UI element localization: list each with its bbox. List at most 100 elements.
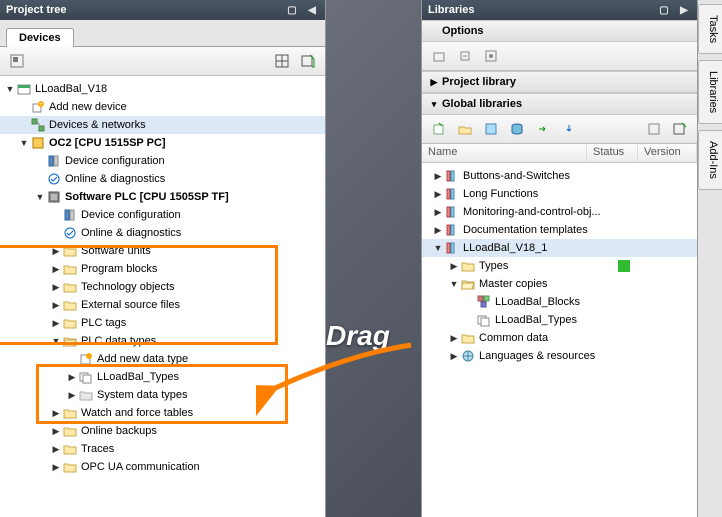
options-header[interactable]: Options	[422, 20, 697, 42]
tree-traces[interactable]: ▶Traces	[0, 440, 325, 458]
folder-icon	[62, 243, 78, 259]
tree-dev-config2[interactable]: ▶Device configuration	[0, 206, 325, 224]
library-icon	[444, 240, 460, 256]
library-columns: Name Status Version	[422, 144, 697, 163]
project-icon	[16, 81, 32, 97]
library-icon	[444, 186, 460, 202]
tree-dev-config[interactable]: ▶Device configuration	[0, 152, 325, 170]
blocks-icon	[476, 294, 492, 310]
project-tabbar: Devices	[0, 20, 325, 47]
tree-root[interactable]: ▼LLoadBal_V18	[0, 80, 325, 98]
svg-text:+: +	[39, 102, 43, 108]
folder-icon	[460, 258, 476, 274]
tree-opcua[interactable]: ▶OPC UA communication	[0, 458, 325, 476]
libraries-title: Libraries	[428, 4, 474, 16]
folder-icon	[62, 405, 78, 421]
panel-pin-icon[interactable]: ▢	[657, 3, 671, 17]
col-name[interactable]: Name	[422, 144, 587, 162]
panel-pin-icon[interactable]: ▢	[285, 3, 299, 17]
sidetab-libraries[interactable]: Libraries	[698, 60, 722, 124]
folder-icon	[62, 315, 78, 331]
add-datatype-icon	[78, 351, 94, 367]
globe-icon	[460, 348, 476, 364]
toolbar-btn2[interactable]	[454, 45, 476, 67]
lib-common[interactable]: ▶Common data	[422, 329, 697, 347]
folder-open-icon	[460, 276, 476, 292]
add-icon: +	[30, 99, 46, 115]
library-tree[interactable]: ▶Buttons-and-Switches ▶Long Functions ▶M…	[422, 163, 697, 517]
expand-icon[interactable]: ▶	[428, 77, 440, 88]
lib-save-icon[interactable]	[480, 118, 502, 140]
folder-icon	[62, 423, 78, 439]
panel-collapse-icon[interactable]: ◀	[305, 3, 319, 17]
lib-arrow-icon[interactable]	[532, 118, 554, 140]
cpu-icon	[30, 135, 46, 151]
project-tree[interactable]: ▼LLoadBal_V18 ▶+Add new device ▶Devices …	[0, 76, 325, 517]
tree-tech-objects[interactable]: ▶Technology objects	[0, 278, 325, 296]
tree-sw-units[interactable]: ▶Software units	[0, 242, 325, 260]
toolbar-navigate-icon[interactable]	[6, 50, 28, 72]
tree-online-diag2[interactable]: ▶Online & diagnostics	[0, 224, 325, 242]
drag-overlay: Drag	[326, 0, 421, 517]
tree-oc2[interactable]: ▼OC2 [CPU 1515SP PC]	[0, 134, 325, 152]
lib-lang[interactable]: ▶Languages & resources	[422, 347, 697, 365]
tree-program-blocks[interactable]: ▶Program blocks	[0, 260, 325, 278]
tree-online-diag[interactable]: ▶Online & diagnostics	[0, 170, 325, 188]
lib-buttons[interactable]: ▶Buttons-and-Switches	[422, 167, 697, 185]
lib-lloadbal[interactable]: ▼LLoadBal_V18_1	[422, 239, 697, 257]
folder-icon	[460, 330, 476, 346]
tree-plc-tags[interactable]: ▶PLC tags	[0, 314, 325, 332]
folder-icon	[62, 297, 78, 313]
lib-doctpl[interactable]: ▶Documentation templates	[422, 221, 697, 239]
lib-monitor[interactable]: ▶Monitoring-and-control-obj...	[422, 203, 697, 221]
toolbar-btn3[interactable]	[480, 45, 502, 67]
device-config-icon	[62, 207, 78, 223]
global-libraries-header[interactable]: ▾Global libraries	[422, 93, 697, 115]
tree-devices-networks[interactable]: ▶Devices & networks	[0, 116, 325, 134]
lib-view-icon[interactable]	[643, 118, 665, 140]
collapse-icon[interactable]: ▾	[428, 99, 440, 110]
tab-devices[interactable]: Devices	[6, 28, 74, 47]
sidetab-addins[interactable]: Add-Ins	[698, 130, 722, 190]
folder-icon	[62, 459, 78, 475]
network-icon	[30, 117, 46, 133]
lib-new-icon[interactable]	[428, 118, 450, 140]
tree-soft-plc[interactable]: ▼Software PLC [CPU 1505SP TF]	[0, 188, 325, 206]
toolbar-detail-icon[interactable]	[297, 50, 319, 72]
diagnostics-icon	[46, 171, 62, 187]
col-status[interactable]: Status	[587, 144, 638, 162]
right-side-tabs: Tasks Libraries Add-Ins	[697, 0, 722, 517]
tree-ext-src[interactable]: ▶External source files	[0, 296, 325, 314]
lib-detail-icon[interactable]	[669, 118, 691, 140]
lib-blocks[interactable]: ▶LLoadBal_Blocks	[422, 293, 697, 311]
datatype-group-icon	[476, 312, 492, 328]
project-library-header[interactable]: ▶Project library	[422, 71, 697, 93]
lib-ltypes[interactable]: ▶LLoadBal_Types	[422, 311, 697, 329]
lib-longfn[interactable]: ▶Long Functions	[422, 185, 697, 203]
lib-open-icon[interactable]	[454, 118, 476, 140]
libraries-header: Libraries ▢ ▶	[422, 0, 697, 20]
lib-down-icon[interactable]	[558, 118, 580, 140]
panel-collapse-icon[interactable]: ▶	[677, 3, 691, 17]
toolbar-grid-icon[interactable]	[271, 50, 293, 72]
toolbar-btn1[interactable]	[428, 45, 450, 67]
folder-icon	[78, 387, 94, 403]
datatype-group-icon	[78, 369, 94, 385]
lib-types[interactable]: ▶Types	[422, 257, 697, 275]
diagnostics-icon	[62, 225, 78, 241]
options-toolbar	[422, 42, 697, 71]
plc-icon	[46, 189, 62, 205]
library-icon	[444, 222, 460, 238]
project-toolbar	[0, 47, 325, 76]
collapse-icon	[428, 26, 440, 36]
lib-master[interactable]: ▼Master copies	[422, 275, 697, 293]
lib-db-icon[interactable]	[506, 118, 528, 140]
tree-backups[interactable]: ▶Online backups	[0, 422, 325, 440]
sidetab-tasks[interactable]: Tasks	[698, 4, 722, 54]
tree-add-device[interactable]: ▶+Add new device	[0, 98, 325, 116]
device-config-icon	[46, 153, 62, 169]
folder-icon	[62, 441, 78, 457]
col-version[interactable]: Version	[638, 144, 697, 162]
library-icon	[444, 204, 460, 220]
folder-icon	[62, 279, 78, 295]
